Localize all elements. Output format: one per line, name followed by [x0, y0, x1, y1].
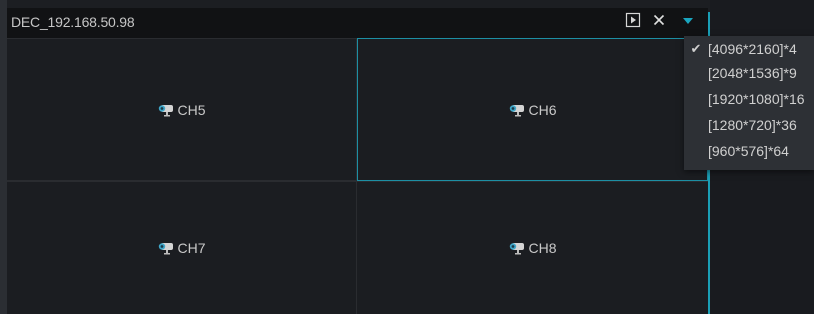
menu-item-1280x720x36[interactable]: [1280*720]*36	[684, 112, 814, 138]
channel-cell-ch5[interactable]: CH5	[7, 39, 356, 180]
channel-label: CH7	[157, 240, 206, 256]
menu-item-2048x1536x9[interactable]: [2048*1536]*9	[684, 60, 814, 86]
channel-cell-ch6[interactable]: CH6	[357, 38, 708, 181]
menu-item-label: [2048*1536]*9	[708, 65, 797, 81]
menu-item-label: [1920*1080]*16	[708, 91, 805, 107]
menu-item-1920x1080x16[interactable]: [1920*1080]*16	[684, 86, 814, 112]
close-icon	[652, 13, 666, 32]
play-icon	[625, 12, 641, 33]
camera-icon	[508, 103, 526, 117]
channel-name: CH5	[177, 101, 206, 118]
menu-item-960x576x64[interactable]: [960*576]*64	[684, 138, 814, 164]
channel-name: CH7	[177, 240, 206, 256]
channel-label: CH6	[508, 101, 557, 118]
channel-label: CH8	[508, 240, 557, 256]
close-button[interactable]	[650, 13, 668, 31]
channel-grid: CH5 CH6 CH7 CH8	[7, 38, 708, 314]
resolution-layout-menu: ✔ [4096*2160]*4 [2048*1536]*9 [1920*1080…	[684, 36, 814, 170]
check-icon: ✔	[690, 41, 702, 56]
menu-item-label: [4096*2160]*4	[708, 41, 797, 57]
play-button[interactable]	[624, 12, 642, 33]
menu-item-label: [1280*720]*36	[708, 117, 797, 133]
camera-icon	[157, 103, 175, 117]
layout-dropdown-button[interactable]	[679, 13, 697, 31]
camera-icon	[508, 241, 526, 255]
device-header-bar: DEC_192.168.50.98	[7, 8, 708, 38]
channel-cell-ch8[interactable]: CH8	[357, 182, 708, 314]
channel-cell-ch7[interactable]: CH7	[7, 182, 356, 314]
channel-label: CH5	[157, 101, 206, 118]
channel-name: CH8	[528, 240, 557, 256]
menu-item-label: [960*576]*64	[708, 143, 789, 159]
menu-item-4096x2160x4[interactable]: ✔ [4096*2160]*4	[684, 36, 814, 62]
dropdown-triangle-icon	[682, 13, 694, 31]
left-border	[0, 0, 7, 314]
device-title: DEC_192.168.50.98	[11, 14, 135, 30]
channel-name: CH6	[528, 101, 557, 118]
camera-icon	[157, 241, 175, 255]
decoder-view-window: DEC_192.168.50.98 CH5 CH6 CH7 CH8 ✔ [409…	[0, 0, 814, 314]
